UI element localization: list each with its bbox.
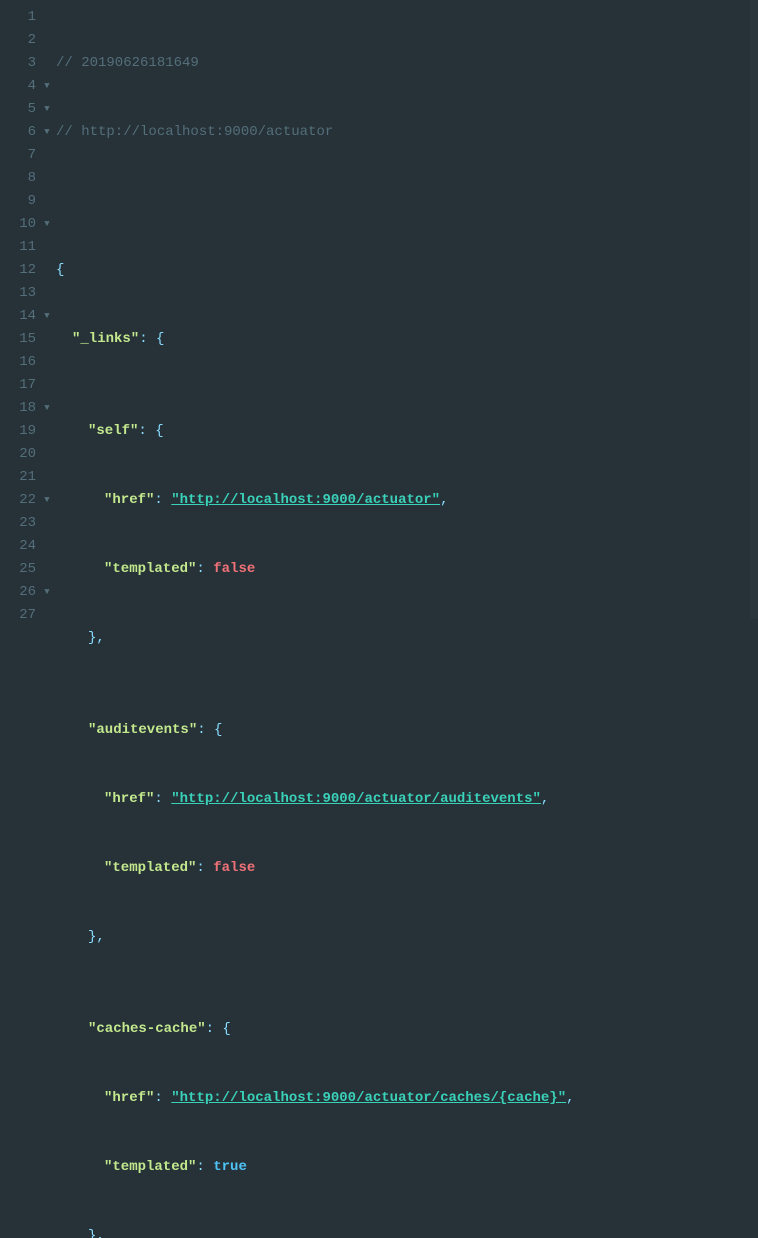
json-key-links: "_links"	[72, 331, 139, 347]
line-number: 15	[0, 328, 42, 351]
line-number: 21	[0, 466, 42, 489]
fold-toggle-icon[interactable]: ▼	[42, 75, 52, 98]
line-number: 23	[0, 512, 42, 535]
comment-url: // http://localhost:9000/actuator	[56, 124, 333, 140]
code-line: "auditevents": {	[56, 719, 608, 742]
fold-toggle-icon[interactable]: ▼	[42, 305, 52, 328]
line-number: 3	[0, 52, 42, 75]
json-url[interactable]: "http://localhost:9000/actuator/caches/{…	[171, 1090, 566, 1106]
code-line: "templated": true	[56, 1156, 608, 1179]
line-number: 17	[0, 374, 42, 397]
code-line: // 20190626181649	[56, 52, 608, 75]
line-number: 18▼	[0, 397, 42, 420]
line-number: 12	[0, 259, 42, 282]
fold-toggle-icon[interactable]: ▼	[42, 397, 52, 420]
code-line: "href": "http://localhost:9000/actuator/…	[56, 1087, 608, 1110]
json-bool: false	[213, 561, 255, 577]
fold-toggle-icon[interactable]: ▼	[42, 213, 52, 236]
line-number: 8	[0, 167, 42, 190]
line-number: 16	[0, 351, 42, 374]
line-number: 13	[0, 282, 42, 305]
fold-toggle-icon[interactable]: ▼	[42, 121, 52, 144]
fold-toggle-icon[interactable]: ▼	[42, 489, 52, 512]
line-number: 22▼	[0, 489, 42, 512]
line-number: 7	[0, 144, 42, 167]
json-url[interactable]: "http://localhost:9000/actuator/auditeve…	[171, 791, 541, 807]
code-line: },	[56, 627, 608, 650]
code-line	[56, 190, 608, 213]
line-number: 4▼	[0, 75, 42, 98]
code-line: "self": {	[56, 420, 608, 443]
code-line: "href": "http://localhost:9000/actuator/…	[56, 788, 608, 811]
json-key-templated: "templated"	[104, 860, 196, 876]
fold-toggle-icon[interactable]: ▼	[42, 98, 52, 121]
line-number: 14▼	[0, 305, 42, 328]
code-line: "templated": false	[56, 857, 608, 880]
json-key-href: "href"	[104, 1090, 154, 1106]
line-number: 6▼	[0, 121, 42, 144]
line-number: 5▼	[0, 98, 42, 121]
fold-toggle-icon[interactable]: ▼	[42, 581, 52, 604]
line-number: 24	[0, 535, 42, 558]
json-key-templated: "templated"	[104, 1159, 196, 1175]
json-key: "auditevents"	[88, 722, 197, 738]
code-line: "templated": false	[56, 558, 608, 581]
line-number: 27	[0, 604, 42, 627]
line-number: 9	[0, 190, 42, 213]
line-number: 10▼	[0, 213, 42, 236]
json-key-templated: "templated"	[104, 561, 196, 577]
code-line: "href": "http://localhost:9000/actuator"…	[56, 489, 608, 512]
code-line: {	[56, 259, 608, 282]
line-number-gutter: 1234▼5▼6▼78910▼11121314▼15161718▼1920212…	[0, 0, 42, 619]
code-line: "caches-cache": {	[56, 1018, 608, 1041]
line-number: 20	[0, 443, 42, 466]
line-number: 11	[0, 236, 42, 259]
line-number: 2	[0, 29, 42, 52]
json-key: "caches-cache"	[88, 1021, 206, 1037]
line-number: 1	[0, 6, 42, 29]
json-bool: true	[213, 1159, 247, 1175]
vertical-scrollbar[interactable]	[750, 0, 758, 619]
json-url[interactable]: "http://localhost:9000/actuator"	[171, 492, 440, 508]
json-key-href: "href"	[104, 791, 154, 807]
line-number: 26▼	[0, 581, 42, 604]
json-bool: false	[213, 860, 255, 876]
code-line: },	[56, 1225, 608, 1238]
line-number: 25	[0, 558, 42, 581]
code-line: "_links": {	[56, 328, 608, 351]
json-key: "self"	[88, 423, 138, 439]
line-number: 19	[0, 420, 42, 443]
code-line: },	[56, 926, 608, 949]
comment-timestamp: // 20190626181649	[56, 55, 199, 71]
json-key-href: "href"	[104, 492, 154, 508]
code-content: // 20190626181649 // http://localhost:90…	[42, 0, 608, 619]
code-line: // http://localhost:9000/actuator	[56, 121, 608, 144]
